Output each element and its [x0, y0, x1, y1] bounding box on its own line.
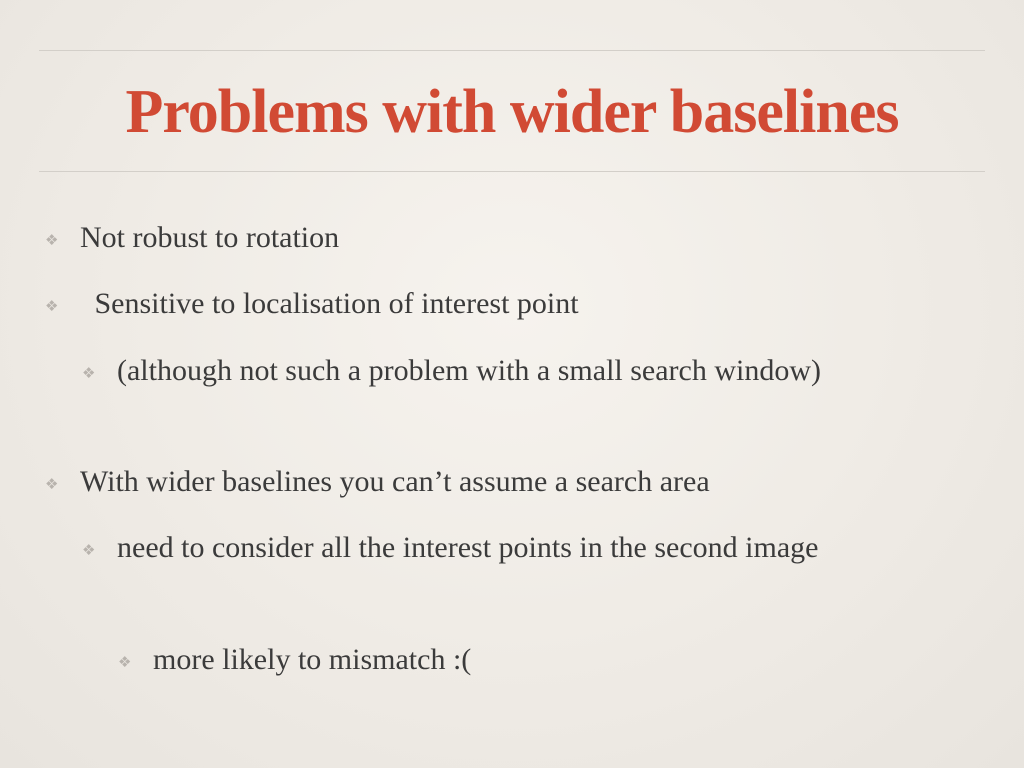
sub-bullet-marker-icon: ❖	[82, 364, 96, 382]
title-bottom-rule	[39, 171, 985, 172]
bullet-marker-icon: ❖	[45, 297, 59, 315]
bullet-item: Sensitive to localisation of interest po…	[87, 287, 579, 320]
sub-bullet-item: (although not such a problem with a smal…	[117, 354, 822, 387]
bullet-item: With wider baselines you can’t assume a …	[80, 465, 710, 498]
slide: Problems with wider baselines ❖ Not robu…	[0, 0, 1024, 768]
sub-bullet-marker-icon: ❖	[82, 541, 96, 559]
title-top-rule	[39, 50, 985, 51]
bullet-item: Not robust to rotation	[80, 221, 340, 254]
slide-title: Problems with wider baselines	[125, 78, 899, 146]
sub-sub-bullet-marker-icon: ❖	[118, 653, 132, 671]
bullet-marker-icon: ❖	[45, 231, 59, 249]
bullet-marker-icon: ❖	[45, 475, 59, 493]
sub-sub-bullet-item: more likely to mismatch :(	[153, 643, 472, 676]
sub-bullet-item: need to consider all the interest points…	[117, 531, 819, 564]
